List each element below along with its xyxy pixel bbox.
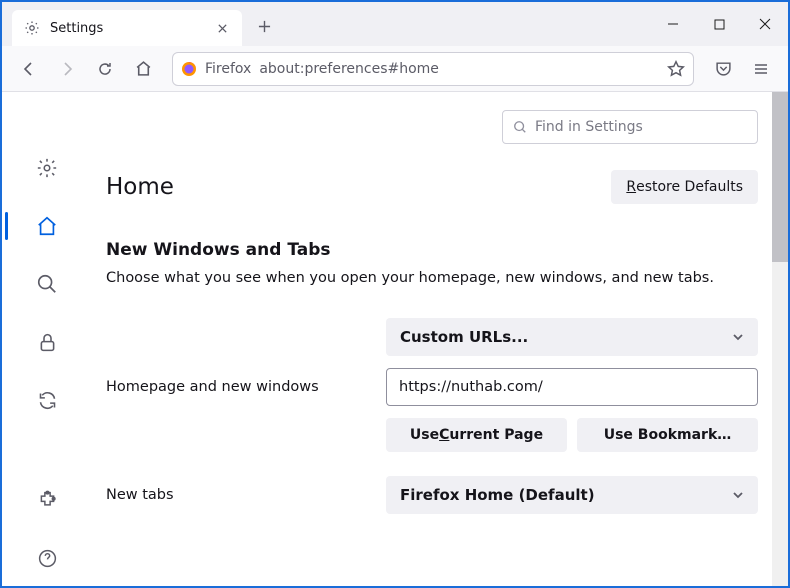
scrollbar-thumb[interactable] (772, 92, 788, 262)
navigation-toolbar: Firefox about:preferences#home (2, 46, 788, 92)
use-current-page-button[interactable]: Use Current Page (386, 418, 567, 452)
sidebar-item-sync[interactable] (29, 382, 65, 418)
sidebar-item-help[interactable] (29, 540, 65, 576)
homepage-label: Homepage and new windows (106, 379, 386, 395)
restore-defaults-button[interactable]: Restore Defaults (611, 170, 758, 204)
homepage-url-input[interactable] (386, 368, 758, 406)
page-title: Home (106, 174, 174, 200)
use-bookmark-button[interactable]: Use Bookmark… (577, 418, 758, 452)
homepage-select[interactable]: Custom URLs... (386, 318, 758, 356)
sidebar-item-home[interactable] (29, 208, 65, 244)
reload-button[interactable] (88, 53, 122, 85)
title-bar: Settings (2, 2, 788, 46)
chevron-down-icon (732, 331, 744, 343)
section-heading: New Windows and Tabs (106, 240, 758, 260)
sidebar-item-general[interactable] (29, 150, 65, 186)
home-button[interactable] (126, 53, 160, 85)
browser-tab[interactable]: Settings (12, 10, 242, 46)
forward-button[interactable] (50, 53, 84, 85)
newtabs-label: New tabs (106, 487, 386, 503)
minimize-button[interactable] (650, 2, 696, 46)
url-bar[interactable]: Firefox about:preferences#home (172, 52, 694, 86)
homepage-row-url: Homepage and new windows (106, 368, 758, 406)
sidebar-item-extensions[interactable] (29, 482, 65, 518)
new-tab-button[interactable] (248, 10, 280, 42)
close-window-button[interactable] (742, 2, 788, 46)
newtabs-select[interactable]: Firefox Home (Default) (386, 476, 758, 514)
url-text: about:preferences#home (259, 61, 659, 77)
window-controls (650, 2, 788, 46)
search-placeholder: Find in Settings (535, 119, 643, 135)
settings-sidebar (2, 92, 92, 586)
settings-main: Find in Settings Home Restore Defaults N… (92, 92, 788, 586)
homepage-row-select: Custom URLs... (106, 318, 758, 356)
back-button[interactable] (12, 53, 46, 85)
menu-button[interactable] (744, 53, 778, 85)
firefox-icon (181, 61, 197, 77)
pocket-button[interactable] (706, 53, 740, 85)
tab-title: Settings (50, 21, 202, 36)
sidebar-item-privacy[interactable] (29, 324, 65, 360)
section-description: Choose what you see when you open your h… (106, 268, 758, 288)
sidebar-item-search[interactable] (29, 266, 65, 302)
search-settings-input[interactable]: Find in Settings (502, 110, 758, 144)
maximize-button[interactable] (696, 2, 742, 46)
chevron-down-icon (732, 489, 744, 501)
bookmark-star-icon[interactable] (667, 60, 685, 78)
url-prefix: Firefox (205, 61, 251, 77)
vertical-scrollbar[interactable] (772, 92, 788, 586)
content-area: Find in Settings Home Restore Defaults N… (2, 92, 788, 586)
newtabs-row: New tabs Firefox Home (Default) (106, 476, 758, 514)
close-tab-icon[interactable] (212, 18, 232, 38)
gear-icon (24, 20, 40, 36)
